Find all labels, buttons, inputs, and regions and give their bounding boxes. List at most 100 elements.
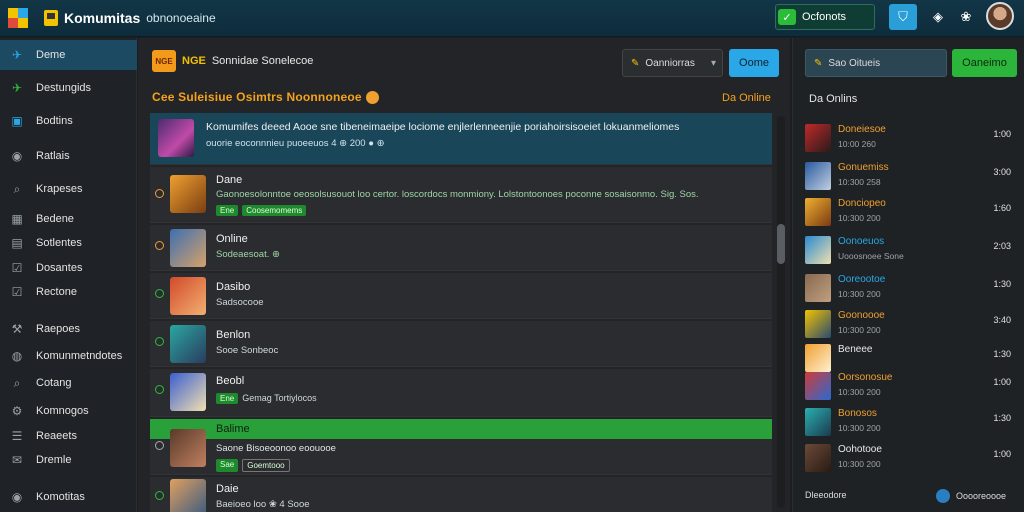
list-item[interactable]: Dane Gaonoesolonntoe oeosolsusouot loo c…	[150, 167, 772, 223]
status-dot-icon	[155, 337, 164, 346]
friend-item[interactable]: Oonoeuos Uooosnoee Sone 2:03	[805, 236, 1017, 266]
post-list: Komumifes deeed Aooe sne tibeneimaeipe l…	[150, 113, 772, 512]
user-name: Online	[216, 233, 248, 245]
friends-title: Da Onlins	[809, 93, 858, 105]
avatar	[805, 444, 831, 472]
friend-time: 1:00	[993, 377, 1011, 387]
friend-item[interactable]: Goonoooe 10:300 200 3:40	[805, 310, 1017, 340]
footer-right[interactable]: Ooooreoooe	[936, 489, 1006, 503]
sidebar-item-0[interactable]: ✈ Deme	[0, 40, 137, 70]
sidebar-item-15[interactable]: ◉ Komotitas	[0, 482, 137, 512]
sidebar-item-label: Reaeets	[36, 430, 77, 442]
plane-icon: ✈	[11, 48, 23, 62]
friend-status: 10:300 258	[838, 177, 881, 187]
sidebar-item-label: Komnogos	[36, 405, 89, 417]
sidebar-item-4[interactable]: ⌕ Krapeses	[0, 174, 137, 204]
friend-status: Uooosnoee Sone	[838, 251, 904, 261]
friend-time: 1:30	[993, 413, 1011, 423]
list-item[interactable]: Online Sodeaesoat. ⊕	[150, 225, 772, 271]
friend-status: 10:300 200	[838, 387, 881, 397]
brand-icon	[44, 10, 58, 26]
list-item[interactable]: Dasibo Sadsocooe	[150, 273, 772, 319]
paw-button[interactable]: ❀	[952, 4, 980, 30]
wrench-icon: ✎	[631, 57, 640, 69]
list-item[interactable]: Balime Saone Bisoeoonoo eoouooe Sae Goem…	[150, 419, 772, 475]
list-item[interactable]: Benlon Sooe Sonbeoc	[150, 321, 772, 367]
add-friend-button[interactable]: Oaneimo	[952, 49, 1017, 77]
status-dot-icon	[155, 289, 164, 298]
avatar	[170, 175, 206, 213]
tag[interactable]: Sae	[216, 459, 239, 472]
sidebar-item-11[interactable]: ⌕ Cotang	[0, 368, 137, 398]
scrollbar-thumb[interactable]	[777, 224, 785, 264]
friend-name: Oonoeuos	[838, 236, 885, 247]
gamepad-icon: ◈	[933, 9, 943, 24]
friend-name: Goonoooe	[838, 310, 885, 321]
main-header: NGE NGE Sonnidae Sonelecoe	[152, 50, 313, 72]
section-online-label: Da Online	[722, 92, 771, 104]
friend-item[interactable]: Gonuemiss 10:300 258 3:00	[805, 162, 1017, 192]
avatar	[805, 236, 831, 264]
tag[interactable]: Ene	[216, 205, 239, 216]
tag-group: Ene Coosemomems	[216, 205, 307, 216]
list-item[interactable]: Komumifes deeed Aooe sne tibeneimaeipe l…	[150, 113, 772, 165]
tag[interactable]: Coosemomems	[242, 205, 307, 216]
status-indicator[interactable]: ✓ Ocfonots	[775, 4, 875, 30]
post-text: Baeioeo loo ❀ 4 Sooe	[216, 499, 310, 510]
tag[interactable]: Goemtooo	[242, 459, 290, 472]
footer-right-label: Ooooreoooe	[956, 491, 1007, 501]
sidebar-item-2[interactable]: ▣ Bodtins	[0, 106, 137, 136]
sidebar-item-label: Destungids	[36, 82, 92, 94]
checkbox-icon: ☑	[11, 285, 23, 299]
friend-status: 10:300 200	[838, 325, 881, 335]
friend-name: Beneee	[838, 344, 873, 355]
avatar	[805, 162, 831, 190]
sidebar-item-14[interactable]: ✉ Dremle	[0, 445, 137, 475]
grid-icon: ▤	[11, 236, 23, 250]
sidebar: ✈ Deme ✈ Destungids ▣ Bodtins ◉ Ratlais …	[0, 38, 137, 512]
sidebar-item-3[interactable]: ◉ Ratlais	[0, 141, 137, 171]
scrollbar[interactable]	[777, 116, 785, 508]
friend-item[interactable]: Donciopeo 10:300 200 1:60	[805, 198, 1017, 228]
list-icon: ☰	[11, 429, 23, 443]
sidebar-item-8[interactable]: ☑ Rectone	[0, 277, 137, 307]
avatar	[170, 325, 206, 363]
sidebar-item-label: Komotitas	[36, 491, 85, 503]
tag-group: Sae Goemtooo	[216, 459, 290, 472]
friend-item[interactable]: Doneiesoe 10:00 260 1:00	[805, 124, 1017, 154]
grid-icon: ▦	[11, 212, 23, 226]
friend-item[interactable]: Ooreootoe 10:300 200 1:30	[805, 274, 1017, 304]
post-text: Sooe Sonbeoc	[216, 345, 279, 356]
friend-item[interactable]: Bonosos 10:300 200 1:30	[805, 408, 1017, 438]
sidebar-item-1[interactable]: ✈ Destungids	[0, 73, 137, 103]
friend-item[interactable]: Oohotooe 10:300 200 1:00	[805, 444, 1017, 474]
friend-item[interactable]: Oorsonosue 10:300 200 1:00	[805, 372, 1017, 402]
user-name: Dane	[216, 174, 243, 186]
post-text: Gemag Tortiylocos	[242, 393, 317, 403]
plane-icon: ✈	[11, 81, 23, 95]
search-friends-button[interactable]: ✎ Sao Oitueis	[805, 49, 947, 77]
chevron-down-icon: ▾	[710, 57, 716, 69]
friend-item[interactable]: Beneee 1:30	[805, 344, 1017, 374]
friend-status: 10:300 200	[838, 213, 881, 223]
tag[interactable]: Ene	[216, 393, 239, 404]
gamepad-button[interactable]: ◈	[924, 4, 952, 30]
friend-name: Gonuemiss	[838, 162, 889, 173]
sidebar-item-10[interactable]: ◍ Komunmetndotes	[0, 341, 137, 371]
search-friends-label: Sao Oitueis	[828, 57, 881, 69]
sidebar-item-label: Dremle	[36, 454, 72, 466]
user-avatar[interactable]	[986, 2, 1014, 30]
friend-status: 10:300 200	[838, 289, 881, 299]
join-button[interactable]: Oome	[729, 49, 779, 77]
list-item[interactable]: Daie Baeioeo loo ❀ 4 Sooe	[150, 477, 772, 512]
list-item[interactable]: Beobl Ene Gemag Tortiylocos	[150, 369, 772, 417]
filter-select[interactable]: ✎ Oanniorras ▾	[622, 49, 723, 77]
sidebar-item-9[interactable]: ⚒ Raepoes	[0, 314, 137, 344]
shield-button[interactable]: ⛉	[889, 4, 917, 30]
status-dot-icon	[155, 441, 164, 450]
square-icon: ▣	[11, 114, 23, 128]
post-meta: ouorie eoconnnieu puoeeuos 4 ⊕ 200 ● ⊕	[206, 138, 385, 149]
footer-left[interactable]: Dleeodore	[805, 490, 847, 500]
user-name: Beobl	[216, 375, 245, 387]
sidebar-item-label: Komunmetndotes	[36, 350, 123, 362]
